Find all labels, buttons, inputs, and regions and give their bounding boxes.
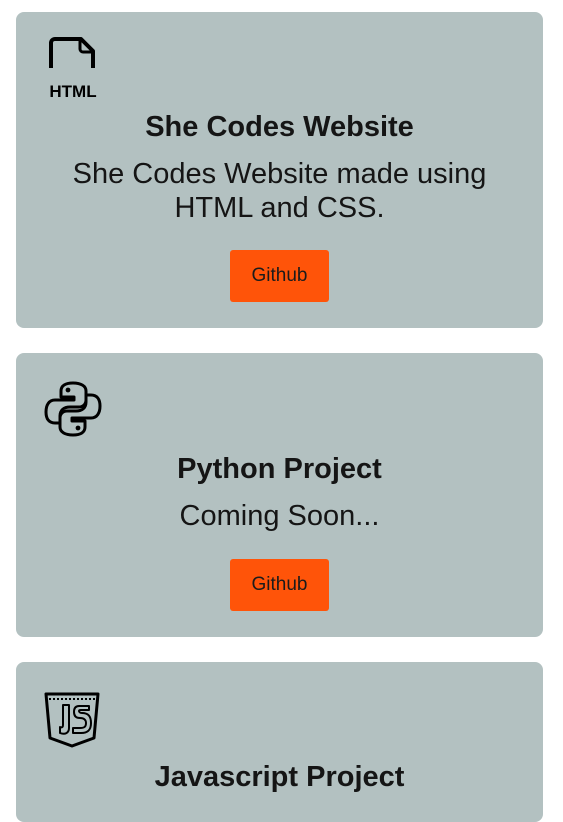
github-button[interactable]: Github (230, 559, 329, 611)
project-description: She Codes Website made using HTML and CS… (72, 158, 487, 224)
project-title: She Codes Website (145, 111, 414, 143)
project-card-javascript: Javascript Project (16, 662, 543, 822)
javascript-icon (44, 692, 100, 748)
project-card-she-codes: HTML She Codes Website She Codes Website… (16, 12, 543, 328)
project-title: Javascript Project (154, 761, 405, 793)
html-file-icon: HTML (49, 37, 97, 100)
project-title: Python Project (177, 453, 382, 485)
svg-text:HTML: HTML (49, 82, 96, 100)
project-description: Coming Soon... (179, 500, 380, 532)
github-button[interactable]: Github (230, 250, 329, 302)
python-icon (44, 381, 102, 437)
project-card-python: Python Project Coming Soon... Github (16, 353, 543, 637)
